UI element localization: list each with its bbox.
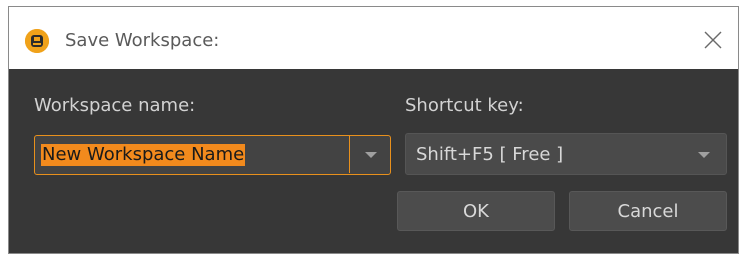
save-workspace-dialog: Save Workspace: Workspace name: Shortcut…	[8, 6, 739, 254]
ok-button[interactable]: OK	[397, 191, 555, 231]
close-button[interactable]	[698, 25, 728, 55]
title-bar: Save Workspace:	[9, 7, 738, 69]
dialog-title: Save Workspace:	[65, 30, 220, 51]
app-logo-icon	[25, 29, 49, 53]
workspace-name-label: Workspace name:	[34, 95, 196, 116]
chevron-down-icon[interactable]	[698, 152, 710, 158]
workspace-name-combobox[interactable]: New Workspace Name	[34, 135, 391, 175]
chevron-down-icon[interactable]	[365, 152, 377, 158]
close-icon	[704, 31, 722, 49]
shortcut-key-value: Shift+F5 [ Free ]	[416, 144, 564, 165]
cancel-button[interactable]: Cancel	[569, 191, 727, 231]
combobox-divider	[349, 136, 350, 173]
workspace-name-input[interactable]: New Workspace Name	[41, 144, 246, 166]
shortcut-key-label: Shortcut key:	[405, 95, 524, 116]
shortcut-key-dropdown[interactable]: Shift+F5 [ Free ]	[405, 133, 727, 175]
